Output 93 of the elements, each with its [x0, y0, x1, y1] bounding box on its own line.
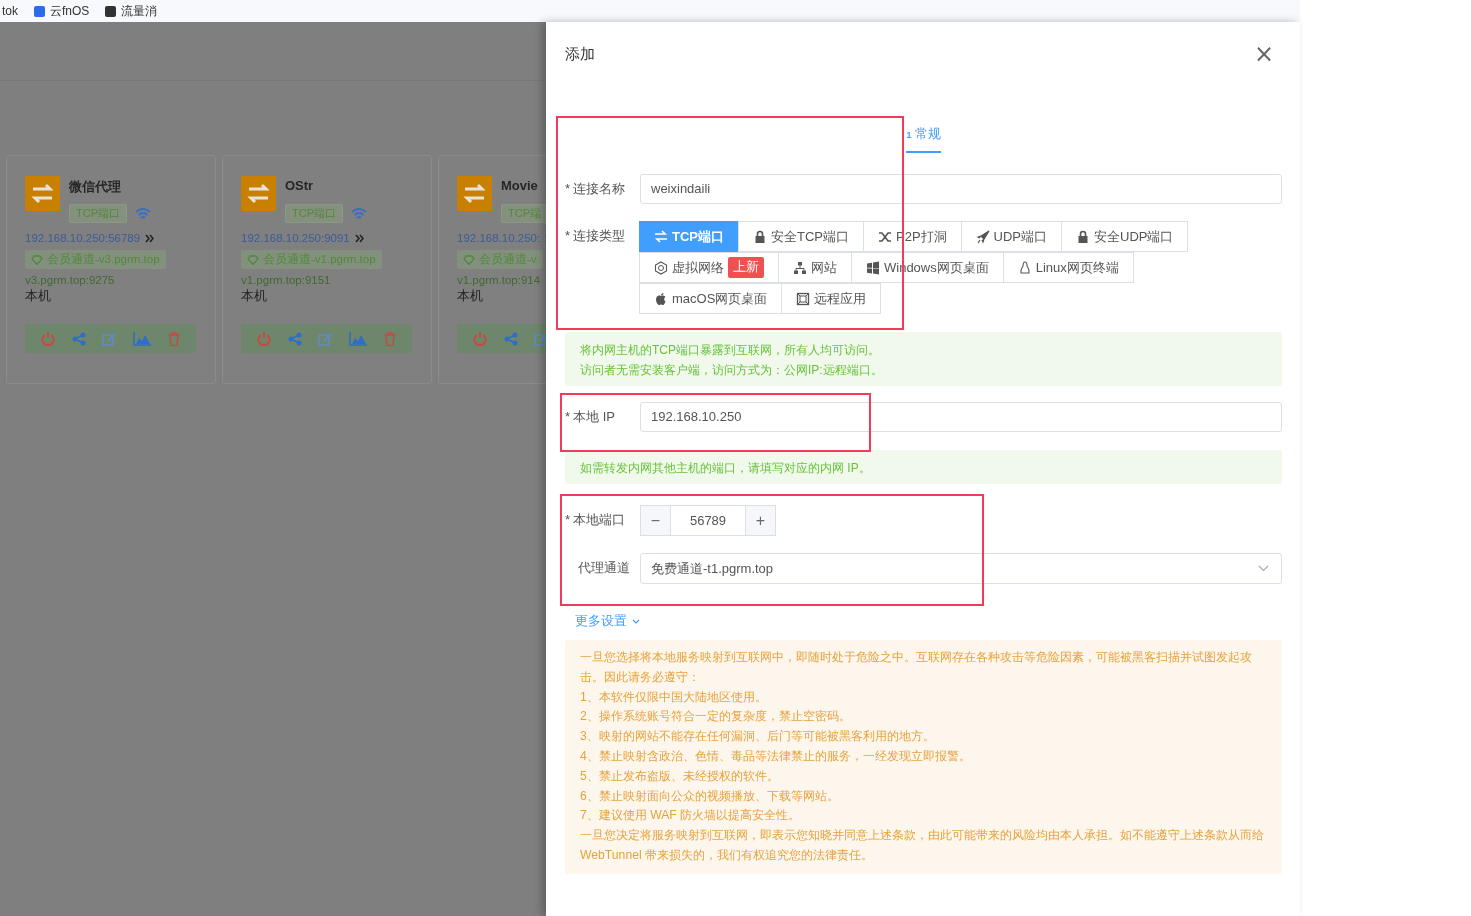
bookmark-icon[interactable] — [105, 5, 117, 17]
hint-text: 如需转发内网其他主机的端口，请填写对应的内网 IP。 — [580, 460, 872, 477]
sitemap-icon — [793, 260, 807, 275]
wifi-icon — [351, 207, 367, 220]
wifi-icon — [135, 207, 151, 220]
bookmark-link[interactable]: 流量消 — [121, 2, 158, 20]
frame-icon — [796, 291, 811, 306]
type-option[interactable]: macOS网页桌面 — [639, 283, 783, 314]
remote-address: v1.pgrm.top:9151 — [241, 274, 332, 286]
bookmark-link[interactable]: tok — [2, 4, 18, 18]
host-name: 本机 — [457, 288, 484, 305]
swap-arrows-icon — [457, 176, 492, 211]
edit-icon[interactable] — [533, 331, 546, 346]
type-option[interactable]: Linux网页终端 — [1002, 252, 1134, 283]
required-mark: * — [565, 511, 571, 529]
new-badge: 上新 — [728, 257, 764, 278]
channel-name: 会员通道-v3.pgrm.top — [47, 252, 160, 267]
warning-text: 一旦您决定将服务映射到互联网，即表示您知晓并同意上述条款，由此可能带来的风险均由本人承担。如不能遵守上述条款从而给 WebTunnel 带来损失的，我们有权追究您的法律责任。 — [580, 827, 1265, 864]
warning-text: 一旦您选择将本地服务映射到互联网中，即随时处于危险之中。互联网存在各种攻击等危险因素，可能被黑客扫描并试图发起攻击。因此请务必遵守： — [580, 649, 1253, 686]
gem-icon — [247, 254, 259, 265]
drawer-title: 添加 — [565, 44, 595, 64]
card-title: OStr — [285, 178, 314, 195]
host-name: 本机 — [241, 288, 268, 305]
gem-icon — [463, 254, 475, 265]
increment-button[interactable]: + — [745, 505, 776, 536]
remote-address: v3.pgrm.top:9275 — [25, 274, 116, 286]
gem-icon — [31, 254, 43, 265]
required-mark: * — [565, 227, 571, 245]
shuffle-icon — [878, 229, 892, 244]
power-icon[interactable] — [473, 331, 488, 346]
bookmark-link[interactable]: 云fnOS — [50, 2, 90, 20]
edit-icon[interactable] — [317, 331, 333, 346]
swap-arrows-icon — [654, 229, 668, 244]
warning-text: 1、本软件仅限中国大陆地区使用。 — [580, 688, 768, 706]
warning-text: 2、操作系统账号符合一定的复杂度，禁止空密码。 — [580, 708, 852, 726]
name-input[interactable]: weixindaili — [640, 174, 1282, 204]
trash-icon[interactable] — [383, 331, 396, 346]
proxy-select[interactable]: 免费通道-t1.pgrm.top — [640, 553, 1282, 584]
type-option[interactable]: 安全UDP端口 — [1061, 221, 1189, 252]
card-title: 微信代理 — [69, 178, 121, 196]
remote-address: v1.pgrm.top:914 — [457, 274, 542, 286]
decrement-button[interactable]: − — [640, 505, 671, 536]
warning-text: 4、禁止映射含政治、色情、毒品等法律禁止的服务，一经发现立即报警。 — [580, 748, 972, 765]
host-name: 本机 — [25, 288, 52, 305]
channel-name: 会员通道-v — [479, 252, 537, 267]
hint-text: 访问者无需安装客户端，访问方式为：公网IP:远程端口。 — [580, 362, 884, 379]
area-chart-icon[interactable] — [133, 331, 152, 346]
chevron-down-icon — [1258, 565, 1269, 572]
field-label: 代理通道 — [578, 559, 630, 577]
share-icon[interactable] — [503, 331, 518, 346]
warning-text: 7、建议使用 WAF 防火墙以提高安全性。 — [580, 807, 802, 825]
lock-icon — [753, 229, 767, 244]
chevron-down-icon — [632, 618, 640, 624]
close-button[interactable]: × — [1253, 42, 1274, 66]
card-title: Movie — [501, 178, 538, 195]
double-chevron-icon — [145, 233, 155, 243]
type-option[interactable]: 网站 — [778, 252, 852, 283]
apple-icon — [654, 291, 668, 306]
type-option[interactable]: 虚拟网络 上新 — [639, 252, 779, 283]
share-icon[interactable] — [287, 331, 302, 346]
swap-arrows-icon — [25, 176, 60, 211]
type-option[interactable]: 远程应用 — [781, 283, 882, 314]
field-label: 连接类型 — [573, 227, 626, 245]
penguin-icon — [1017, 260, 1032, 275]
field-label: 本地 IP — [573, 408, 615, 426]
hexagon-icon — [654, 260, 668, 275]
warning-text: 5、禁止发布盗版、未经授权的软件。 — [580, 767, 780, 785]
double-chevron-icon — [354, 233, 364, 243]
power-icon[interactable] — [41, 331, 56, 346]
type-tag: TCP端口 — [285, 204, 343, 223]
type-option[interactable]: 安全TCP端口 — [738, 221, 864, 252]
ip-input[interactable]: 192.168.10.250 — [640, 402, 1282, 432]
type-tag: TCP端口 — [69, 204, 127, 223]
warning-text: 6、禁止映射面向公众的视频播放、下载等网站。 — [580, 787, 840, 805]
area-chart-icon[interactable] — [349, 331, 368, 346]
trash-icon[interactable] — [167, 331, 180, 346]
power-icon[interactable] — [257, 331, 272, 346]
required-mark: * — [565, 180, 571, 198]
hint-text: 将内网主机的TCP端口暴露到互联网，所有人均可访问。 — [580, 342, 881, 359]
type-option[interactable]: UDP端口 — [960, 221, 1063, 252]
edit-icon[interactable] — [101, 331, 117, 346]
swap-arrows-icon — [241, 176, 276, 211]
field-label: 连接名称 — [573, 180, 626, 198]
required-mark: * — [565, 408, 571, 426]
share-icon[interactable] — [71, 331, 86, 346]
checkbox-icon[interactable] — [34, 5, 45, 17]
windows-icon — [866, 260, 880, 275]
rocket-icon — [975, 229, 990, 244]
field-label: 本地端口 — [573, 511, 626, 529]
warning-text: 3、映射的网站不能存在任何漏洞、后门等可能被黑客利用的地方。 — [580, 728, 936, 746]
channel-name: 会员通道-v1.pgrm.top — [263, 252, 376, 267]
type-tag: TCP端 — [501, 204, 546, 223]
lock-icon — [1076, 229, 1091, 244]
